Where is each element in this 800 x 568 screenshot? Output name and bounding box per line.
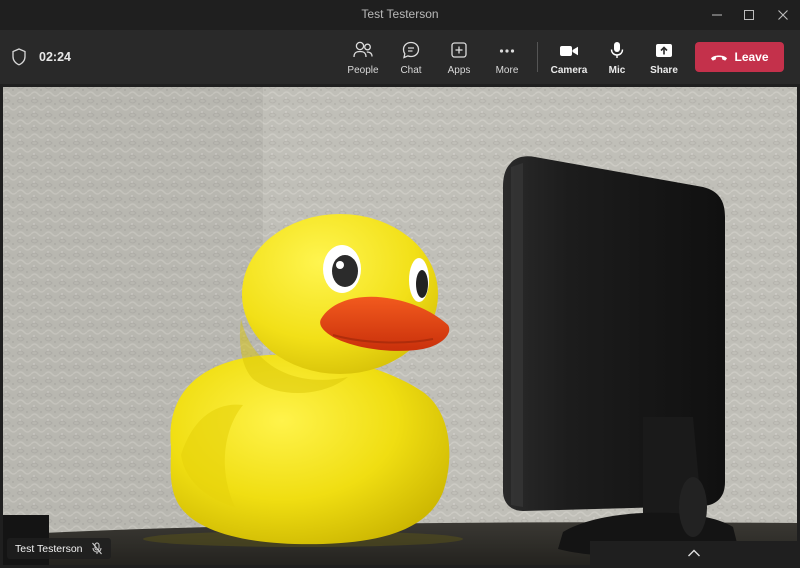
mic-icon [610, 42, 624, 58]
toolbar-divider [537, 42, 538, 72]
participant-name-tag: Test Testerson [7, 538, 111, 559]
hang-up-icon [711, 55, 728, 61]
apps-button[interactable]: Apps [434, 38, 484, 78]
mic-muted-icon [91, 542, 102, 555]
share-icon [656, 44, 672, 57]
participant-video-feed [3, 87, 797, 565]
participant-name: Test Testerson [15, 542, 83, 555]
close-button[interactable] [766, 0, 800, 30]
people-button[interactable]: People [338, 38, 388, 78]
title-bar: Test Testerson [0, 0, 800, 30]
leave-button[interactable]: Leave [695, 42, 784, 72]
expand-panel-button[interactable] [590, 541, 797, 565]
mic-label: Mic [608, 65, 626, 76]
more-label: More [495, 65, 519, 76]
meeting-timer: 02:24 [39, 50, 71, 64]
leave-label: Leave [734, 50, 769, 64]
share-button[interactable]: Share [639, 38, 689, 78]
mic-button[interactable]: Mic [592, 38, 642, 78]
window-title: Test Testerson [361, 7, 439, 21]
apps-icon [451, 42, 467, 58]
more-icon [499, 49, 515, 53]
chevron-up-icon [687, 549, 700, 557]
camera-label: Camera [550, 65, 588, 76]
chat-button[interactable]: Chat [386, 38, 436, 78]
chat-icon [402, 41, 420, 59]
camera-icon [560, 46, 578, 56]
video-stage [3, 87, 797, 565]
minimize-button[interactable] [700, 0, 734, 30]
apps-label: Apps [447, 65, 471, 76]
chat-label: Chat [400, 65, 422, 76]
meeting-toolbar: 02:24 People Chat Apps More Camera Mic S… [0, 30, 800, 84]
people-label: People [347, 65, 379, 76]
shield-icon[interactable] [11, 48, 27, 66]
close-icon [778, 10, 788, 20]
minimize-icon [712, 14, 722, 16]
people-icon [353, 41, 373, 58]
camera-button[interactable]: Camera [544, 38, 594, 78]
more-button[interactable]: More [482, 38, 532, 78]
maximize-icon [744, 10, 754, 20]
maximize-button[interactable] [732, 0, 766, 30]
share-label: Share [650, 65, 678, 76]
